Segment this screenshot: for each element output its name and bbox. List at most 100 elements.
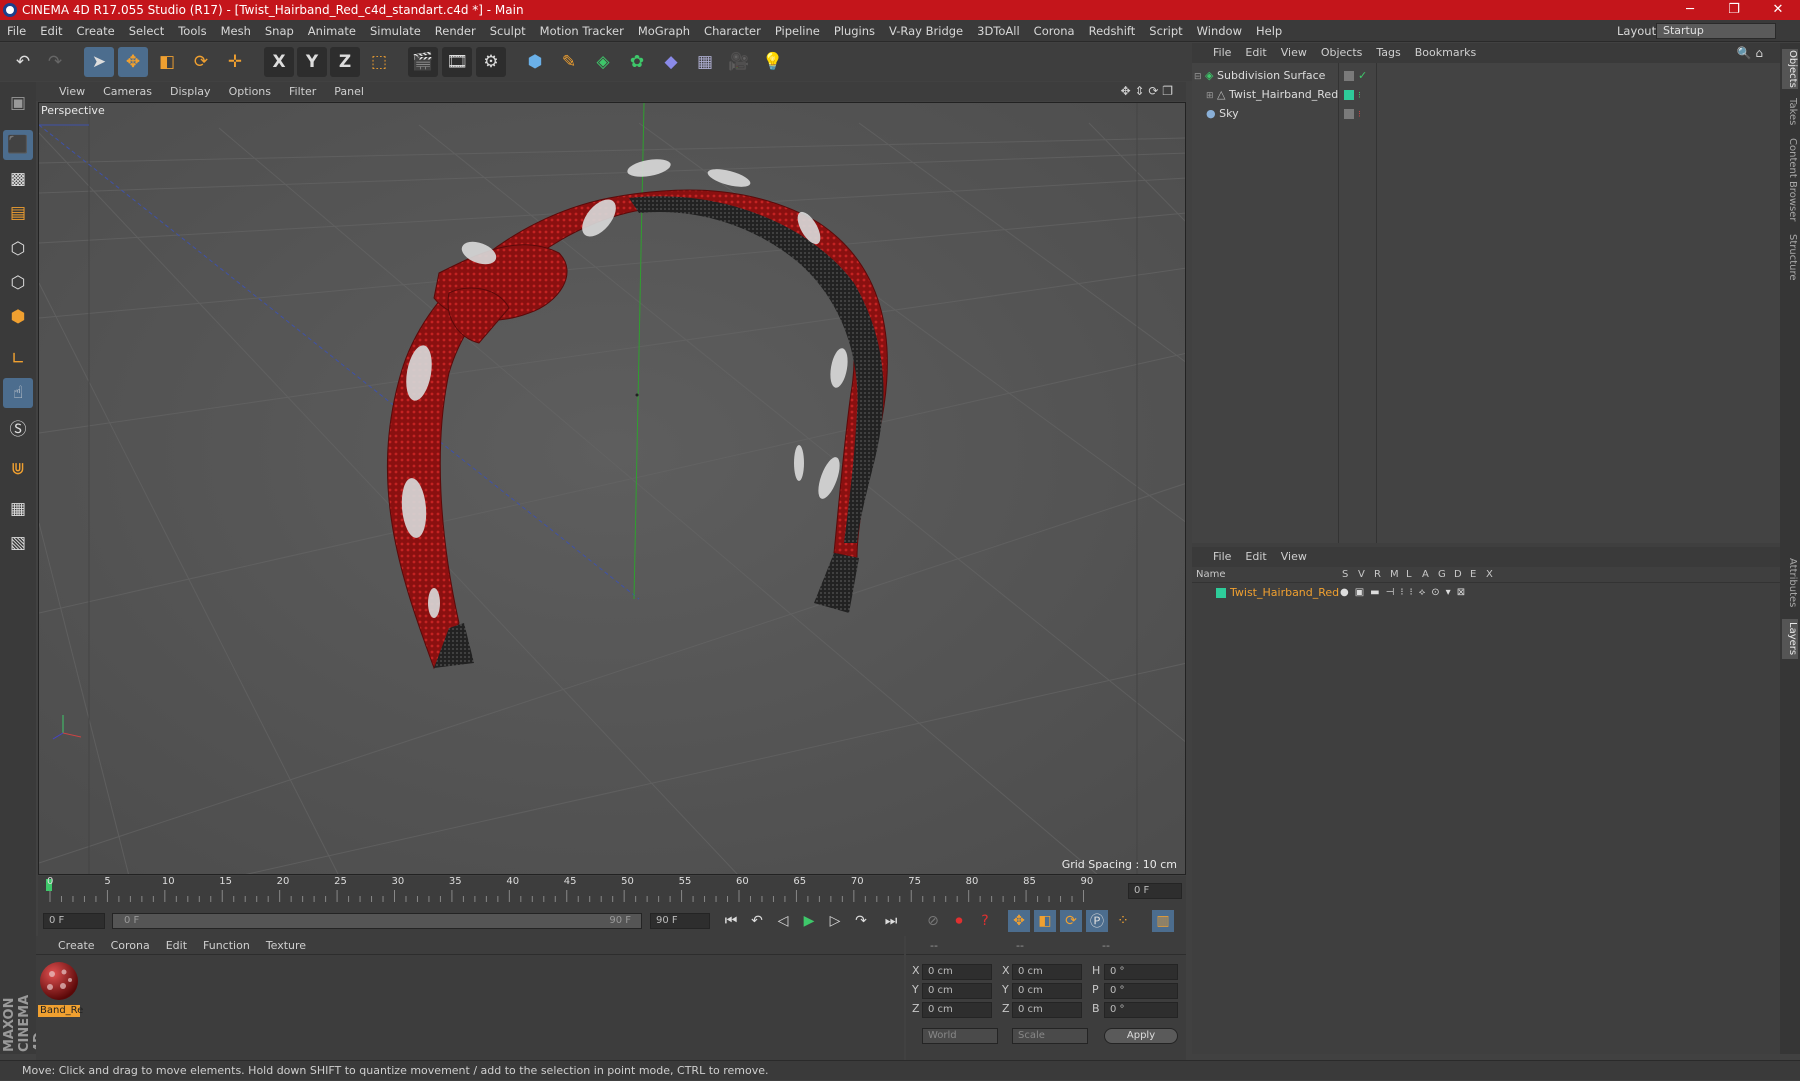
- tab-attributes[interactable]: Attributes: [1782, 553, 1798, 613]
- menu-render[interactable]: Render: [428, 20, 483, 42]
- timeline-window-icon[interactable]: ▥: [1152, 910, 1174, 932]
- material-menu-create[interactable]: Create: [50, 936, 103, 955]
- material-menu-function[interactable]: Function: [195, 936, 258, 955]
- magnet-icon[interactable]: ⋓: [3, 454, 33, 484]
- move-tool-icon[interactable]: ✥: [118, 47, 148, 77]
- snapping-icon[interactable]: Ⓢ: [3, 412, 33, 442]
- tab-content-browser[interactable]: Content Browser: [1782, 135, 1798, 225]
- menu-3dtoall[interactable]: 3DToAll: [970, 20, 1027, 42]
- tweak-mode-icon[interactable]: ☝: [3, 378, 33, 408]
- transform-tool-icon[interactable]: ✛: [220, 47, 250, 77]
- coordinate-system-icon[interactable]: ⬚: [364, 47, 394, 77]
- next-key-icon[interactable]: ↷: [850, 910, 872, 932]
- object-flags[interactable]: ⁝: [1342, 105, 1361, 124]
- menu-select[interactable]: Select: [122, 20, 171, 42]
- menu-tools[interactable]: Tools: [171, 20, 213, 42]
- menu-plugins[interactable]: Plugins: [827, 20, 882, 42]
- menu-motion-tracker[interactable]: Motion Tracker: [533, 20, 631, 42]
- end-frame-field[interactable]: 90 F: [650, 913, 710, 929]
- menu-file[interactable]: File: [0, 20, 33, 42]
- floor-scene-icon[interactable]: ▦: [690, 47, 720, 77]
- render-picture-viewer-icon[interactable]: 🎞: [442, 47, 472, 77]
- menu-script[interactable]: Script: [1142, 20, 1189, 42]
- object-row-twist-hairband-red[interactable]: ⊞ △ Twist_Hairband_Red ⁝: [1194, 86, 1778, 104]
- size-y-field[interactable]: 0 cm: [1012, 983, 1082, 999]
- live-selection-icon[interactable]: ➤: [84, 47, 114, 77]
- menu-create[interactable]: Create: [70, 20, 122, 42]
- size-x-field[interactable]: 0 cm: [1012, 964, 1082, 980]
- material-swatch[interactable]: Band_Re: [38, 960, 83, 1017]
- menu-vray-bridge[interactable]: V-Ray Bridge: [882, 20, 970, 42]
- previous-frame-icon[interactable]: ◁: [772, 910, 794, 932]
- menu-snap[interactable]: Snap: [258, 20, 301, 42]
- tab-objects[interactable]: Objects: [1782, 49, 1798, 89]
- layer-color-swatch[interactable]: [1216, 588, 1226, 598]
- scale-tool-icon[interactable]: ◧: [152, 47, 182, 77]
- light-icon[interactable]: 💡: [758, 47, 788, 77]
- coord-scale-select[interactable]: Scale: [1012, 1028, 1088, 1044]
- menu-animate[interactable]: Animate: [301, 20, 363, 42]
- frame-range-slider[interactable]: 0 F 90 F: [112, 913, 642, 929]
- om-menu-view[interactable]: View: [1274, 43, 1314, 63]
- coord-mode-select[interactable]: World: [922, 1028, 998, 1044]
- tab-structure[interactable]: Structure: [1782, 231, 1798, 283]
- enable-axis-icon[interactable]: ∟: [3, 344, 33, 374]
- menu-mesh[interactable]: Mesh: [214, 20, 258, 42]
- viewport-menu-display[interactable]: Display: [161, 82, 220, 101]
- menu-simulate[interactable]: Simulate: [363, 20, 428, 42]
- key-position-icon[interactable]: ✥: [1008, 910, 1030, 932]
- rotation-p-field[interactable]: 0 °: [1104, 983, 1178, 999]
- camera-icon[interactable]: 🎥: [724, 47, 754, 77]
- menu-corona[interactable]: Corona: [1027, 20, 1082, 42]
- menu-window[interactable]: Window: [1190, 20, 1249, 42]
- menu-sculpt[interactable]: Sculpt: [483, 20, 533, 42]
- minimize-button[interactable]: ─: [1668, 0, 1712, 20]
- render-view-icon[interactable]: 🎬: [408, 47, 438, 77]
- redo-icon[interactable]: ↷: [40, 47, 70, 77]
- go-to-end-icon[interactable]: ⏭: [880, 910, 902, 932]
- planar-workplane-icon[interactable]: ▧: [3, 528, 33, 558]
- viewport-menu-options[interactable]: Options: [220, 82, 280, 101]
- make-editable-icon[interactable]: ▣: [3, 88, 33, 118]
- keyframe-selection-icon[interactable]: ?: [974, 910, 996, 932]
- edit-render-settings-icon[interactable]: ⚙: [476, 47, 506, 77]
- lm-menu-edit[interactable]: Edit: [1238, 547, 1273, 567]
- om-menu-objects[interactable]: Objects: [1314, 43, 1370, 63]
- current-frame-field[interactable]: 0 F: [1128, 883, 1182, 899]
- texture-mode-icon[interactable]: ▩: [3, 164, 33, 194]
- rotate-tool-icon[interactable]: ⟳: [186, 47, 216, 77]
- cube-primitive-icon[interactable]: ⬢: [520, 47, 550, 77]
- material-menu-texture[interactable]: Texture: [258, 936, 314, 955]
- deformer-icon[interactable]: ◆: [656, 47, 686, 77]
- lm-menu-view[interactable]: View: [1274, 547, 1314, 567]
- viewport-nav-icons[interactable]: ✥ ⇕ ⟳ ❐: [1112, 82, 1182, 101]
- rotation-h-field[interactable]: 0 °: [1104, 964, 1178, 980]
- om-search-icon[interactable]: 🔍 ⌂: [1730, 43, 1770, 63]
- key-scale-icon[interactable]: ◧: [1034, 910, 1056, 932]
- size-z-field[interactable]: 0 cm: [1012, 1002, 1082, 1018]
- apply-button[interactable]: Apply: [1104, 1028, 1178, 1044]
- locked-workplane-icon[interactable]: ▦: [3, 494, 33, 524]
- layer-toggle-icons[interactable]: ●▣▬⊣⁝⁝⟡⊙▾⊠: [1340, 585, 1471, 601]
- edges-mode-icon[interactable]: ⬡: [3, 268, 33, 298]
- object-row-sky[interactable]: ● Sky ⁝: [1194, 105, 1778, 123]
- go-to-start-icon[interactable]: ⏮: [720, 910, 742, 932]
- om-menu-bookmarks[interactable]: Bookmarks: [1408, 43, 1483, 63]
- points-mode-icon[interactable]: ⬡: [3, 234, 33, 264]
- rotation-b-field[interactable]: 0 °: [1104, 1002, 1178, 1018]
- x-axis-lock-icon[interactable]: X: [264, 47, 294, 77]
- y-axis-lock-icon[interactable]: Y: [297, 47, 327, 77]
- previous-key-icon[interactable]: ↶: [746, 910, 768, 932]
- next-frame-icon[interactable]: ▷: [824, 910, 846, 932]
- viewport-menu-filter[interactable]: Filter: [280, 82, 325, 101]
- lm-menu-file[interactable]: File: [1206, 547, 1238, 567]
- maximize-button[interactable]: ❐: [1712, 0, 1756, 20]
- start-frame-field[interactable]: 0 F: [43, 913, 105, 929]
- z-axis-lock-icon[interactable]: Z: [330, 47, 360, 77]
- viewport-menu-panel[interactable]: Panel: [325, 82, 373, 101]
- subdivision-surface-icon[interactable]: ◈: [588, 47, 618, 77]
- layer-row[interactable]: Twist_Hairband_Red ●▣▬⊣⁝⁝⟡⊙▾⊠: [1192, 585, 1780, 601]
- key-rotation-icon[interactable]: ⟳: [1060, 910, 1082, 932]
- perspective-viewport[interactable]: Perspective Grid Spacing : 10 cm: [38, 102, 1186, 875]
- workplane-icon[interactable]: ▤: [3, 198, 33, 228]
